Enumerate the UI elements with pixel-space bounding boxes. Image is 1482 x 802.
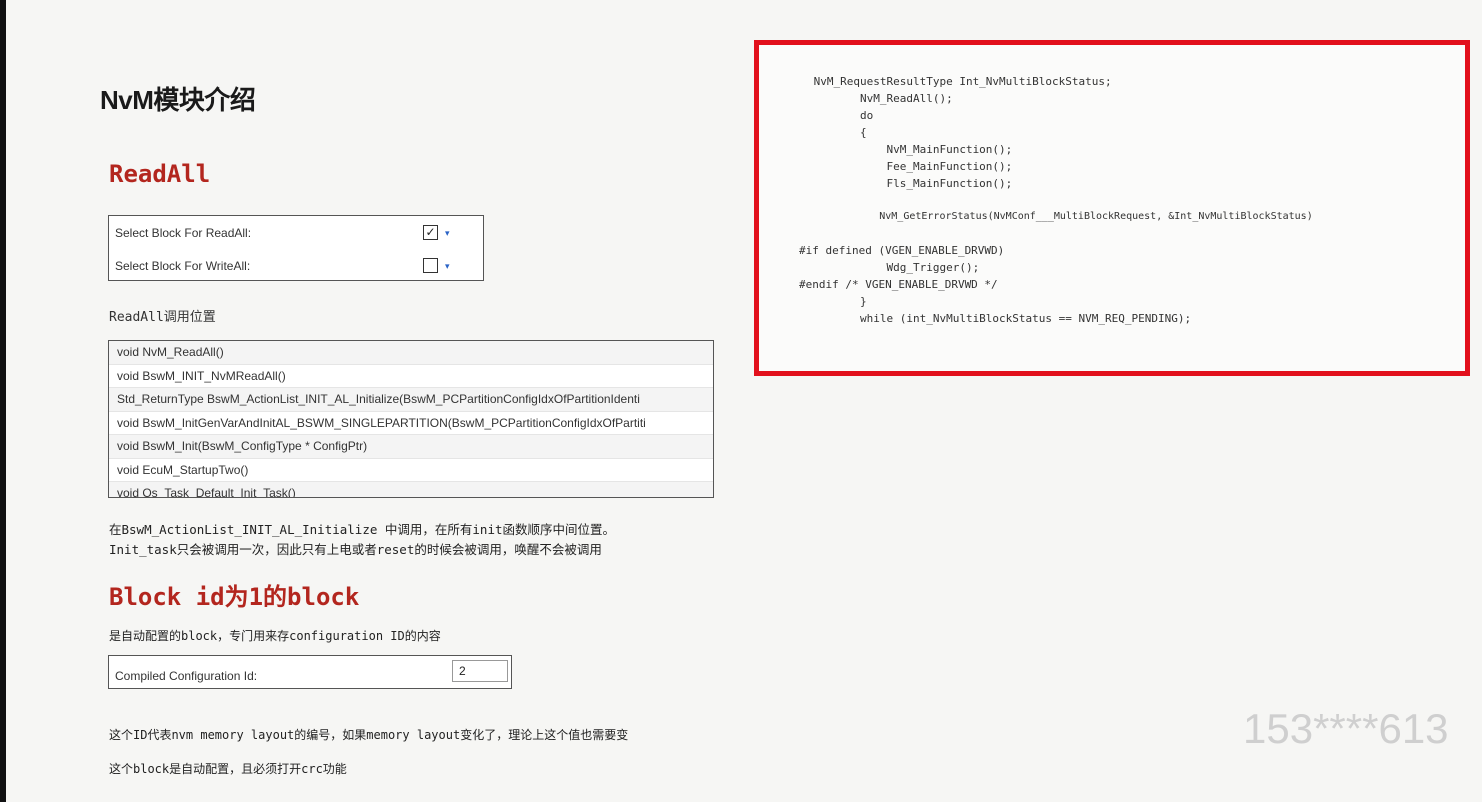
writeall-checkbox[interactable] — [423, 258, 438, 273]
code-line: } — [807, 295, 867, 308]
code-line: NvM_RequestResultType Int_NvMultiBlockSt… — [807, 75, 1112, 88]
config-id-label: Compiled Configuration Id: — [115, 669, 258, 683]
list-item[interactable]: void BswM_InitGenVarAndInitAL_BSWM_SINGL… — [109, 412, 713, 435]
select-block-panel: Select Block For ReadAll: ✓ ▾ Select Blo… — [108, 215, 484, 281]
chevron-down-icon[interactable]: ▾ — [445, 228, 450, 239]
code-line: do — [807, 109, 874, 122]
code-line: #if defined (VGEN_ENABLE_DRVWD) — [799, 244, 1005, 257]
code-line: while (int_NvMultiBlockStatus == NVM_REQ… — [807, 312, 1192, 325]
block1-note-line1: 这个ID代表nvm memory layout的编号，如果memory layo… — [109, 728, 629, 742]
call-stack-list[interactable]: void NvM_ReadAll() void BswM_INIT_NvMRea… — [108, 340, 714, 498]
readall-option-label: Select Block For ReadAll: — [115, 226, 252, 240]
code-line: NvM_MainFunction(); — [807, 143, 1013, 156]
readall-checkbox[interactable]: ✓ — [423, 225, 438, 240]
call-location-label: ReadAll调用位置 — [109, 310, 216, 325]
watermark: 153****613 — [1243, 705, 1449, 752]
readall-heading: ReadAll — [109, 160, 211, 188]
chevron-down-icon[interactable]: ▾ — [445, 261, 450, 272]
list-item[interactable]: void NvM_ReadAll() — [109, 341, 713, 365]
code-line: Fls_MainFunction(); — [807, 177, 1013, 190]
block1-description: 是自动配置的block，专门用来存configuration ID的内容 — [109, 629, 441, 643]
code-line: NvM_GetErrorStatus(NvMConf___MultiBlockR… — [807, 211, 1313, 222]
readall-note-line2: Init_task只会被调用一次，因此只有上电或者reset的时候会被调用，唤醒… — [109, 542, 602, 557]
list-item[interactable]: Std_ReturnType BswM_ActionList_INIT_AL_I… — [109, 388, 713, 412]
list-item[interactable]: void BswM_Init(BswM_ConfigType * ConfigP… — [109, 435, 713, 459]
writeall-option-label: Select Block For WriteAll: — [115, 259, 251, 273]
list-item[interactable]: void BswM_INIT_NvMReadAll() — [109, 365, 713, 388]
block1-note-line2: 这个block是自动配置，且必须打开crc功能 — [109, 762, 347, 776]
code-line: NvM_ReadAll(); — [807, 92, 953, 105]
code-line: Fee_MainFunction(); — [807, 160, 1013, 173]
code-line: Wdg_Trigger(); — [807, 261, 980, 274]
code-line: #endif /* VGEN_ENABLE_DRVWD */ — [799, 278, 998, 291]
page-title: NvM模块介绍 — [100, 85, 256, 115]
block1-heading: Block id为1的block — [109, 583, 360, 611]
code-line: { — [807, 126, 867, 139]
readall-note-line1: 在BswM_ActionList_INIT_AL_Initialize 中调用，… — [109, 522, 616, 537]
config-id-field[interactable]: 2 — [452, 660, 508, 682]
list-item[interactable]: void Os_Task_Default_Init_Task() — [109, 482, 713, 497]
code-snippet-box: NvM_RequestResultType Int_NvMultiBlockSt… — [754, 40, 1470, 376]
list-item[interactable]: void EcuM_StartupTwo() — [109, 459, 713, 482]
